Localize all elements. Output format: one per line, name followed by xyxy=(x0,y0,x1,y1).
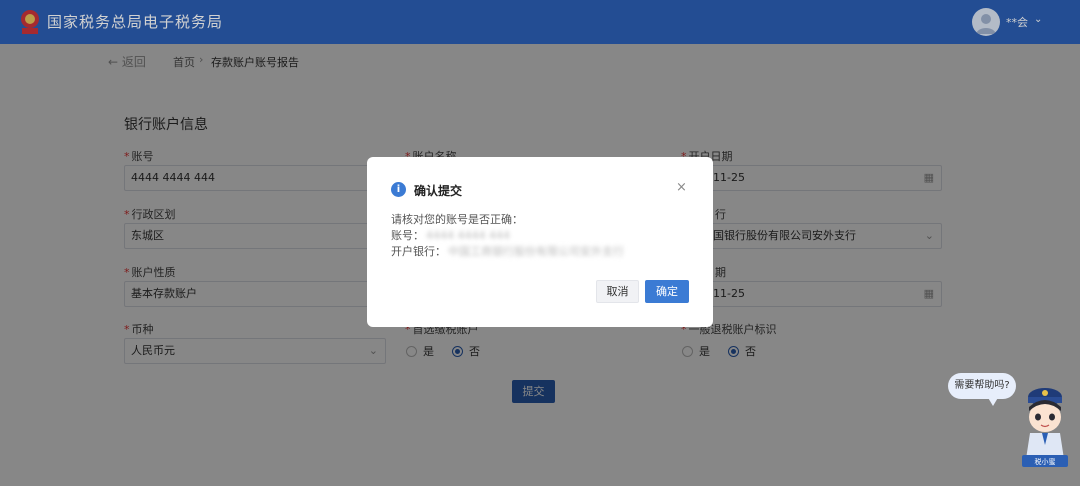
account-value: 4444 4444 444 xyxy=(426,229,510,242)
info-icon: i xyxy=(391,182,406,197)
confirm-button[interactable]: 确定 xyxy=(645,280,689,303)
dialog-account-line: 账号： 4444 4444 444 xyxy=(391,229,510,242)
dialog-title: 确认提交 xyxy=(414,184,463,198)
cancel-button[interactable]: 取消 xyxy=(596,280,639,303)
help-bubble[interactable]: 需要帮助吗? xyxy=(948,373,1016,399)
mascot-badge: 税小蜜 xyxy=(1035,457,1056,466)
dialog-bank-line: 开户银行： 中国工商银行股份有限公司安外支行 xyxy=(391,245,624,258)
bank-value: 中国工商银行股份有限公司安外支行 xyxy=(448,245,624,258)
close-icon[interactable]: × xyxy=(676,180,687,195)
header-dim-mask xyxy=(0,0,1080,44)
help-bubble-tail xyxy=(987,396,999,406)
dialog-prompt: 请核对您的账号是否正确： xyxy=(391,213,523,226)
tax-assistant-mascot-icon[interactable]: 税小蜜 xyxy=(1018,383,1072,469)
confirm-dialog: i 确认提交 × 请核对您的账号是否正确： 账号： 4444 4444 444 开… xyxy=(367,157,713,327)
